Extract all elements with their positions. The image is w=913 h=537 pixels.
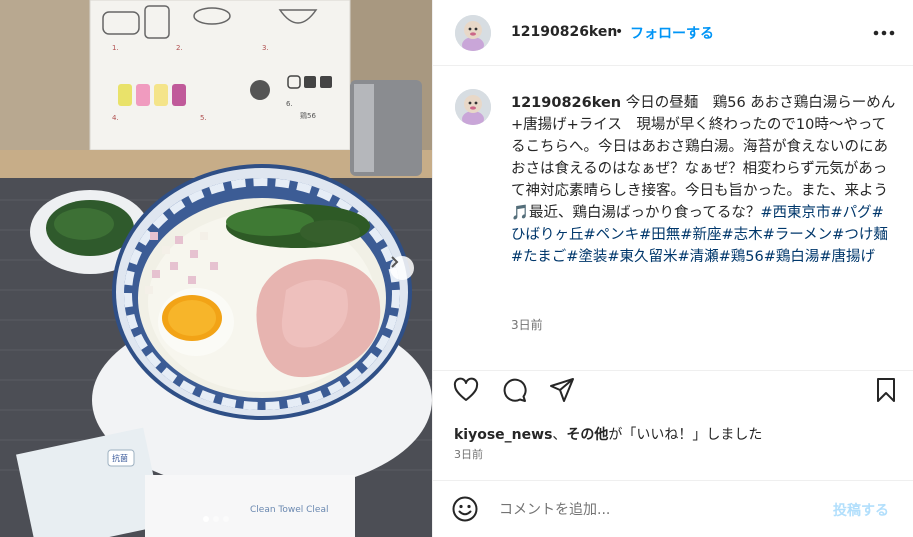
- avatar-image: [455, 15, 491, 51]
- likes-summary: kiyose_news、その他が「いいね！」しました: [454, 424, 762, 444]
- carousel-dot: [223, 516, 229, 522]
- carousel-dot: [203, 516, 209, 522]
- post-details-panel: 12190826ken • フォローする 12190826ken 今日の昼麺 鶏…: [432, 0, 913, 537]
- post-caption: 12190826ken 今日の昼麺 鶏56 あおさ鶏白湯らーめん+唐揚げ+ライス…: [511, 92, 896, 268]
- towel-tag: 抗菌: [112, 453, 128, 463]
- emoji-icon[interactable]: [451, 495, 479, 523]
- menu-card-number: 1.: [112, 44, 119, 52]
- avatar-image: [455, 89, 491, 125]
- post-comment-button[interactable]: 投稿する: [833, 500, 889, 520]
- heart-icon[interactable]: [453, 377, 479, 403]
- follow-button[interactable]: フォローする: [630, 23, 714, 43]
- post-timestamp: 3日前: [454, 448, 483, 461]
- share-icon[interactable]: [549, 377, 575, 403]
- likes-user-link[interactable]: kiyose_news: [454, 427, 552, 443]
- comment-bar: 投稿する: [433, 480, 913, 537]
- ramen-photo: 1. 2. 3. 4. 5. 6. 鶏56 抗菌 Clean Towel Cle…: [0, 0, 432, 537]
- menu-card-number: 4.: [112, 114, 119, 122]
- bookmark-icon[interactable]: [873, 377, 899, 403]
- more-horizontal-icon: [873, 30, 895, 36]
- menu-card-shop-name: 鶏56: [300, 111, 316, 120]
- carousel-indicator: [0, 516, 432, 522]
- menu-card-number: 6.: [286, 100, 293, 108]
- caption-timestamp: 3日前: [511, 318, 543, 332]
- post-header: 12190826ken • フォローする: [433, 0, 913, 66]
- menu-card-number: 3.: [262, 44, 269, 52]
- comment-icon[interactable]: [501, 377, 527, 403]
- chevron-right-icon: [391, 256, 399, 268]
- likes-separator: 、: [552, 427, 567, 443]
- avatar[interactable]: [455, 89, 491, 125]
- caption-username[interactable]: 12190826ken: [511, 95, 621, 111]
- comments-section: 12190826ken 今日の昼麺 鶏56 あおさ鶏白湯らーめん+唐揚げ+ライス…: [433, 66, 913, 370]
- menu-card-number: 2.: [176, 44, 183, 52]
- post-author-username[interactable]: 12190826ken: [511, 24, 617, 40]
- avatar[interactable]: [455, 15, 491, 51]
- menu-card-number: 5.: [200, 114, 207, 122]
- more-options-button[interactable]: [873, 22, 895, 44]
- post-photo: 1. 2. 3. 4. 5. 6. 鶏56 抗菌 Clean Towel Cle…: [0, 0, 432, 537]
- carousel-dot: [213, 516, 219, 522]
- caption-text: 今日の昼麺 鶏56 あおさ鶏白湯らーめん+唐揚げ+ライス 現場が早く終わったので…: [511, 95, 896, 221]
- header-separator: •: [615, 24, 624, 40]
- likes-others-link[interactable]: その他: [566, 427, 608, 443]
- post-actions: [433, 370, 913, 410]
- carousel-next-button[interactable]: [390, 256, 414, 280]
- towel-brand: Clean Towel Cleal: [250, 505, 328, 515]
- likes-suffix: が「いいね！」しました: [608, 427, 763, 443]
- comment-input[interactable]: [499, 499, 819, 521]
